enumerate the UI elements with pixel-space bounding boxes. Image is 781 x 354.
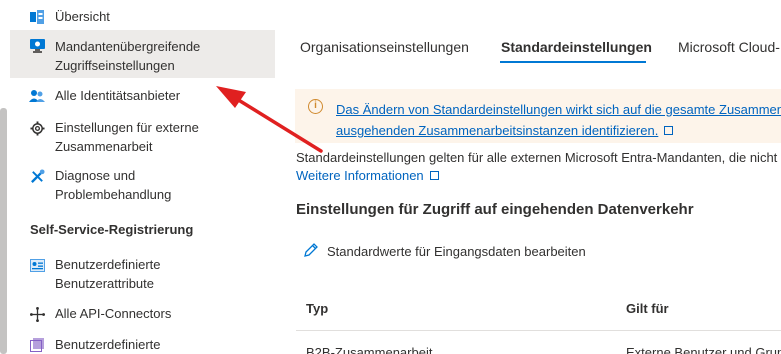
annotation-arrow (216, 86, 323, 153)
